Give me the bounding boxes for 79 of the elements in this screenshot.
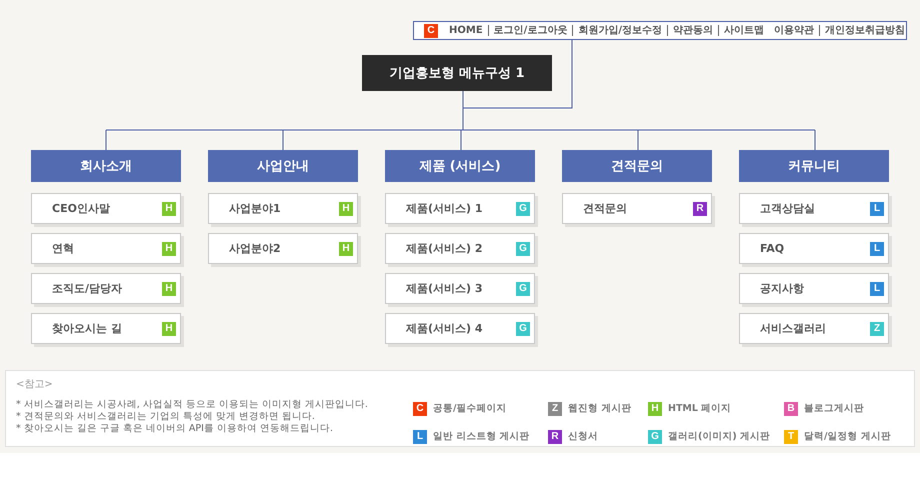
note-text: * 서비스갤러리는 시공사례, 사업실적 등으로 이용되는 이미지형 게시판입니다. (16, 399, 369, 411)
menu-item-label: 제품(서비스) 1 (406, 201, 483, 216)
menu-item-card[interactable]: 연혁 H (31, 233, 181, 264)
legend-badge: Z (548, 402, 562, 416)
legend-badge: R (548, 430, 562, 444)
nav-link[interactable]: 회원가입/정보수정 (572, 25, 667, 36)
legend-badge: H (648, 402, 662, 416)
type-badge: G (516, 322, 530, 336)
menu-item-card[interactable]: 제품(서비스) 1 G (385, 193, 535, 224)
menu-item-label: 서비스갤러리 (760, 321, 826, 336)
menu-item-card[interactable]: 제품(서비스) 3 G (385, 273, 535, 304)
menu-heading[interactable]: 사업안내 (208, 150, 358, 182)
menu-item-label: 연혁 (52, 241, 74, 256)
type-badge: R (693, 202, 707, 216)
legend-label: 공통/필수페이지 (433, 402, 506, 415)
type-badge: Z (870, 322, 884, 336)
nav-link[interactable]: 개인정보취급방침 (818, 25, 910, 36)
type-badge: L (870, 202, 884, 216)
legend-badge: T (784, 430, 798, 444)
nav-link[interactable]: 약관동의 (666, 25, 718, 36)
menu-item-card[interactable]: 찾아오시는 길 H (31, 313, 181, 344)
type-badge: G (516, 242, 530, 256)
legend-badge: L (413, 430, 427, 444)
legend-label: 일반 리스트형 게시판 (433, 430, 530, 443)
menu-item-label: CEO인사말 (52, 201, 110, 216)
menu-item-label: 사업분야1 (229, 201, 281, 216)
legend-label: 웹진형 게시판 (568, 402, 632, 415)
type-badge: H (162, 322, 176, 336)
menu-heading[interactable]: 제품 (서비스) (385, 150, 535, 182)
menu-item-label: 제품(서비스) 2 (406, 241, 483, 256)
type-badge: C (424, 24, 438, 38)
type-badge: G (516, 282, 530, 296)
menu-item-label: 찾아오시는 길 (52, 321, 122, 336)
menu-item-card[interactable]: 제품(서비스) 2 G (385, 233, 535, 264)
legend-label: 신청서 (568, 430, 598, 443)
menu-item-label: 조직도/담당자 (52, 281, 122, 296)
type-badge: H (339, 202, 353, 216)
legend-label: 블로그게시판 (804, 402, 864, 415)
notes-heading: <참고> (16, 378, 54, 391)
type-badge: H (162, 242, 176, 256)
menu-item-card[interactable]: 조직도/담당자 H (31, 273, 181, 304)
nav-link[interactable]: HOME (444, 25, 488, 36)
legend-label: 갤러리(이미지) 게시판 (668, 430, 770, 443)
note-text: * 찾아오시는 길은 구글 혹은 네이버의 API를 이용하여 연동해드립니다. (16, 423, 334, 435)
menu-item-card[interactable]: 제품(서비스) 4 G (385, 313, 535, 344)
menu-item-card[interactable]: 견적문의 R (562, 193, 712, 224)
menu-item-card[interactable]: 고객상담실 L (739, 193, 889, 224)
menu-item-label: 견적문의 (583, 201, 627, 216)
legend-badge: B (784, 402, 798, 416)
menu-item-card[interactable]: CEO인사말 H (31, 193, 181, 224)
menu-item-label: FAQ (760, 242, 784, 255)
chart-title: 기업홍보형 메뉴구성 1 (362, 55, 552, 91)
legend-badge: G (648, 430, 662, 444)
nav-link[interactable]: 사이트맵 (718, 25, 769, 36)
nav-link[interactable]: 로그인/로그아웃 (488, 25, 572, 36)
note-text: * 견적문의와 서비스갤러리는 기업의 특성에 맞게 변경하면 됩니다. (16, 411, 316, 423)
menu-item-card[interactable]: 사업분야2 H (208, 233, 358, 264)
type-badge: H (339, 242, 353, 256)
legend-badge: C (413, 402, 427, 416)
menu-item-label: 공지사항 (760, 281, 804, 296)
nav-link[interactable]: 이용약관 (768, 25, 819, 36)
legend-label: HTML 페이지 (668, 402, 732, 415)
menu-heading[interactable]: 커뮤니티 (739, 150, 889, 182)
type-badge: H (162, 282, 176, 296)
menu-item-label: 제품(서비스) 4 (406, 321, 483, 336)
type-badge: H (162, 202, 176, 216)
menu-item-label: 사업분야2 (229, 241, 281, 256)
type-badge: L (870, 242, 884, 256)
type-badge: G (516, 202, 530, 216)
legend-label: 달력/일정형 게시판 (804, 430, 891, 443)
menu-item-card[interactable]: 서비스갤러리 Z (739, 313, 889, 344)
menu-item-card[interactable]: 공지사항 L (739, 273, 889, 304)
menu-item-card[interactable]: 사업분야1 H (208, 193, 358, 224)
menu-heading[interactable]: 견적문의 (562, 150, 712, 182)
menu-item-label: 고객상담실 (760, 201, 815, 216)
menu-heading[interactable]: 회사소개 (31, 150, 181, 182)
menu-item-label: 제품(서비스) 3 (406, 281, 483, 296)
menu-item-card[interactable]: FAQ L (739, 233, 889, 264)
type-badge: L (870, 282, 884, 296)
